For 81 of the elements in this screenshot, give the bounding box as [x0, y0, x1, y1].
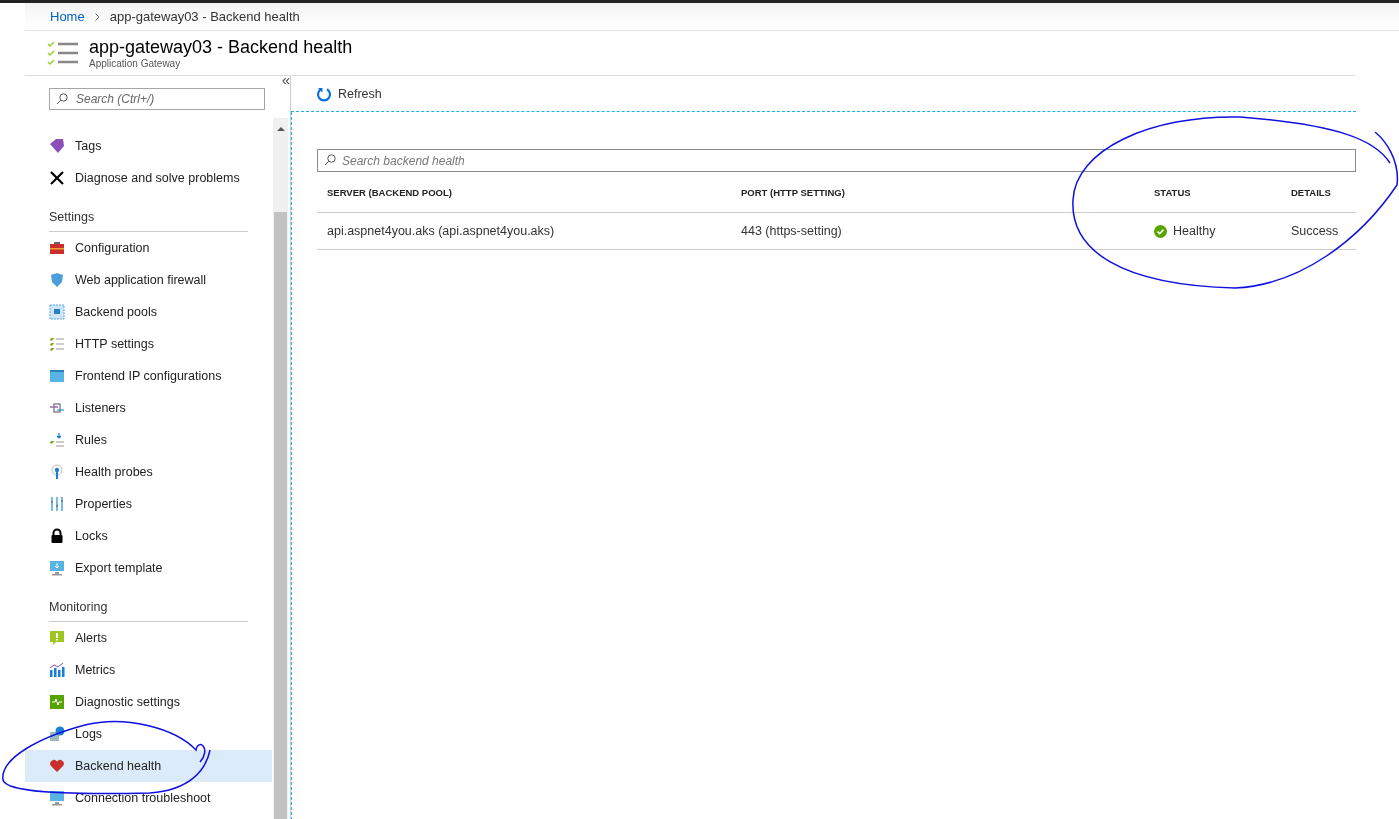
nav-item[interactable]: Configuration	[25, 232, 272, 264]
page-title: app-gateway03 - Backend health	[89, 37, 353, 58]
column-header: SERVER (BACKEND POOL)	[327, 186, 453, 198]
section-heading: Monitoring	[49, 600, 248, 622]
status-text: Healthy	[1173, 224, 1216, 238]
nav-label: Frontend IP configurations	[75, 369, 222, 383]
alert-icon	[49, 630, 65, 646]
toolbox-icon	[49, 240, 65, 256]
nav-item[interactable]: Frontend IP configurations	[25, 360, 272, 392]
nav-label: Health probes	[75, 465, 153, 479]
nav-label: Listeners	[75, 401, 126, 415]
page-subtitle: Application Gateway	[89, 58, 182, 69]
antenna-icon	[49, 464, 65, 480]
heart-icon	[49, 758, 65, 774]
window-icon	[49, 368, 65, 384]
search-field[interactable]: Search backend health	[317, 149, 1356, 172]
nav-item[interactable]: Web application firewall	[25, 264, 272, 296]
search-field[interactable]: Search (Ctrl+/)	[49, 88, 265, 110]
monitor-icon	[49, 790, 65, 806]
table-cell-text: 443 (https-setting)	[741, 224, 843, 238]
table-cell-text: api.aspnet4you.aks (api.aspnet4you.aks)	[327, 224, 556, 238]
nav-item[interactable]: Backend health	[25, 750, 272, 782]
nav-item[interactable]: Rules	[25, 424, 272, 456]
nav-label: Configuration	[75, 241, 150, 255]
nav-label: Locks	[75, 529, 108, 543]
section-heading: Settings	[49, 210, 248, 232]
nav-label: Backend health	[75, 759, 162, 773]
refresh-button[interactable]: Refresh	[316, 85, 382, 102]
nav-item[interactable]: Properties	[25, 488, 272, 520]
checklist-icon	[49, 336, 65, 352]
search-icon	[324, 154, 336, 166]
nav-label: HTTP settings	[75, 337, 154, 351]
nav-item[interactable]: Connection troubleshoot	[25, 782, 272, 814]
rules-icon	[49, 432, 65, 448]
refresh-icon	[316, 85, 332, 102]
lock-icon	[49, 528, 65, 544]
nav-label: Alerts	[75, 631, 107, 645]
column-header: STATUS	[1154, 186, 1192, 198]
nav-label: Metrics	[75, 663, 116, 677]
scroll-up-icon[interactable]	[276, 126, 285, 132]
nav-item[interactable]: Locks	[25, 520, 272, 552]
nav-label: Diagnose and solve problems	[75, 171, 240, 185]
table-cell-text: Success	[1291, 224, 1340, 238]
chevron-icon	[94, 12, 100, 21]
nav-label: Web application firewall	[75, 273, 207, 287]
nav-label: Tags	[75, 139, 102, 153]
nav-label: Logs	[75, 727, 103, 741]
nav-item[interactable]: Backend pools	[25, 296, 272, 328]
nav-item[interactable]: Alerts	[25, 622, 272, 654]
nav-item[interactable]: Metrics	[25, 654, 272, 686]
collapse-button[interactable]: «	[281, 70, 290, 88]
nav-item[interactable]: Export template	[25, 552, 272, 584]
arrows-icon	[49, 400, 65, 416]
nav-label: Connection troubleshoot	[75, 791, 211, 805]
nav-item[interactable]: Diagnose and solve problems	[25, 162, 272, 194]
search-icon	[56, 93, 68, 105]
nav-label: Diagnostic settings	[75, 695, 180, 709]
checklist-icon	[47, 40, 79, 66]
monitor-download-icon	[49, 560, 65, 576]
nav-item[interactable]: Tags	[25, 130, 272, 162]
nav-item[interactable]: Logs	[25, 718, 272, 750]
nav-label: Backend pools	[75, 305, 157, 319]
shield-icon	[49, 272, 65, 288]
nav-label: Export template	[75, 561, 163, 575]
nav-label: Rules	[75, 433, 107, 447]
column-header: DETAILS	[1291, 186, 1332, 198]
nav-item[interactable]: Diagnostic settings	[25, 686, 272, 718]
column-header: PORT (HTTP SETTING)	[741, 186, 846, 198]
nav-item[interactable]: HTTP settings	[25, 328, 272, 360]
breadcrumb-current: app-gateway03 - Backend health	[109, 9, 300, 24]
nav-label: Properties	[75, 497, 132, 511]
server-pool-icon	[49, 304, 65, 320]
nav-item[interactable]: Listeners	[25, 392, 272, 424]
nav-item[interactable]: Health probes	[25, 456, 272, 488]
bar-chart-icon	[49, 662, 65, 678]
logs-icon	[49, 726, 65, 742]
tag-icon	[49, 138, 65, 154]
sliders-icon	[49, 496, 65, 512]
breadcrumb-link[interactable]: Home	[50, 9, 85, 24]
scrollbar[interactable]	[273, 118, 288, 819]
pulse-icon	[49, 694, 65, 710]
